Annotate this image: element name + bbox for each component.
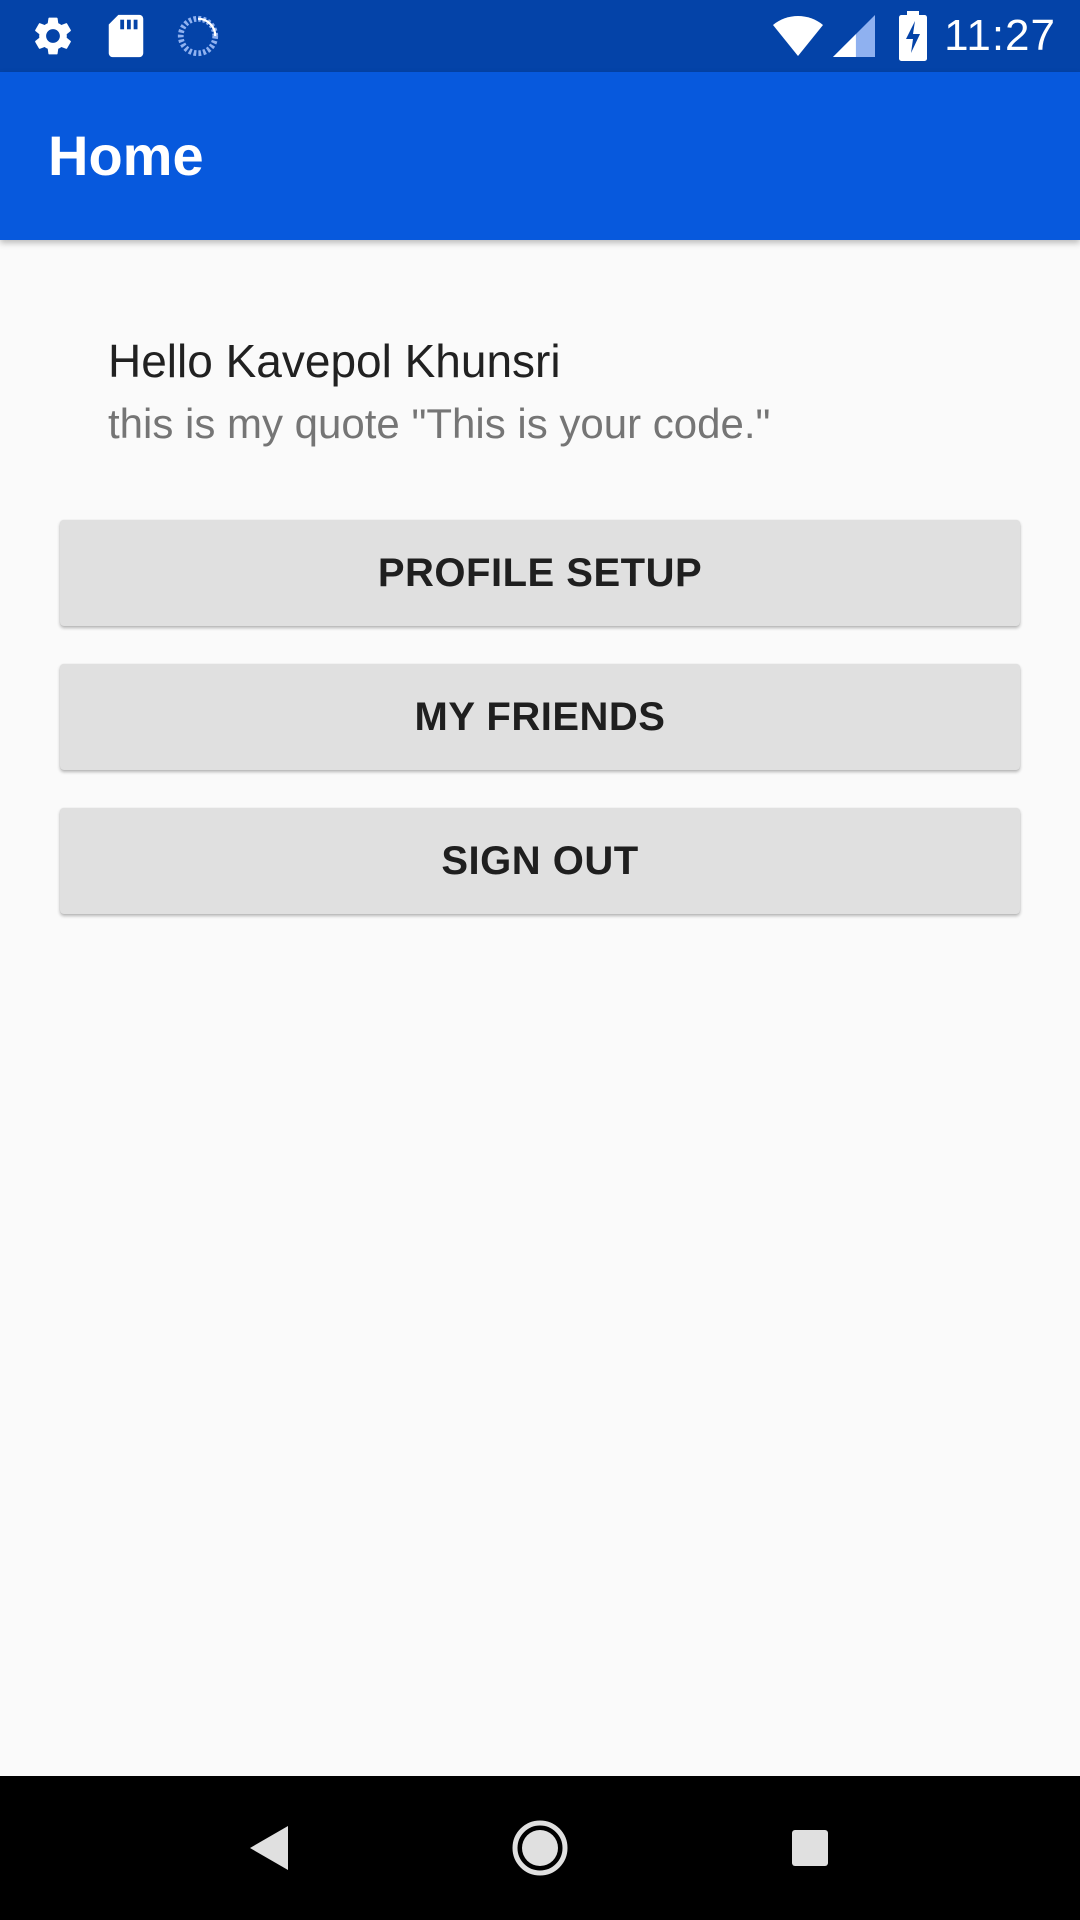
battery-charging-icon (899, 11, 927, 61)
profile-setup-button[interactable]: PROFILE SETUP (60, 520, 1020, 626)
navigation-bar (0, 1776, 1080, 1920)
status-bar: 11:27 (0, 0, 1080, 72)
gear-icon (35, 17, 71, 55)
app-bar: Home (0, 72, 1080, 240)
status-clock: 11:27 (944, 11, 1056, 60)
quote-text: this is my quote "This is your code." (108, 400, 771, 447)
back-icon[interactable] (248, 1824, 292, 1872)
sync-progress-icon (177, 15, 219, 57)
page-title: Home (48, 124, 204, 187)
wifi-icon (773, 16, 823, 56)
sign-out-button[interactable]: SIGN OUT (60, 808, 1020, 914)
my-friends-button[interactable]: MY FRIENDS (60, 664, 1020, 770)
greeting-text: Hello Kavepol Khunsri (108, 335, 561, 387)
sd-card-icon (108, 14, 144, 58)
home-icon[interactable] (510, 1818, 570, 1878)
cell-signal-icon (833, 15, 875, 57)
recents-icon[interactable] (790, 1828, 830, 1868)
